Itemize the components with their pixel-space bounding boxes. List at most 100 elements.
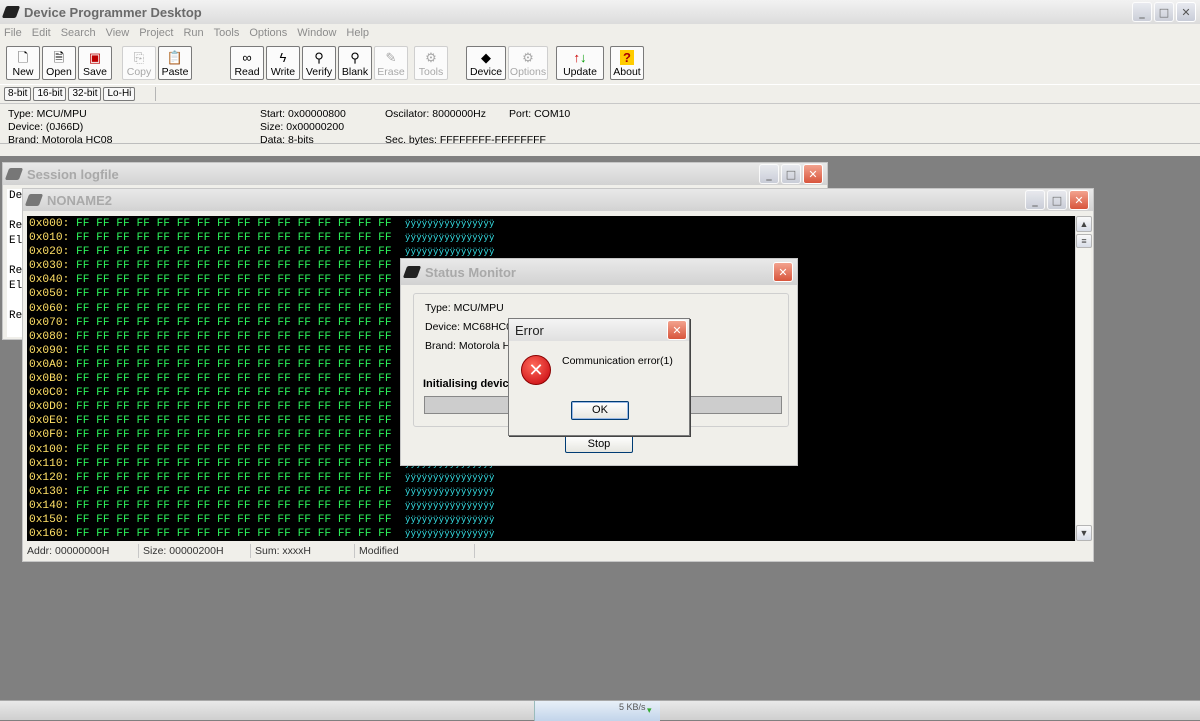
hex-bytes: FF FF FF FF FF FF FF FF FF FF FF FF FF F…: [76, 358, 392, 371]
maximize-button[interactable]: □: [1154, 2, 1174, 22]
app-title: Device Programmer Desktop: [24, 4, 202, 20]
hex-bytes: FF FF FF FF FF FF FF FF FF FF FF FF FF F…: [76, 288, 392, 301]
open-icon: 🗎: [53, 50, 65, 65]
stop-button[interactable]: Stop: [565, 435, 633, 453]
hex-ascii: ÿÿÿÿÿÿÿÿÿÿÿÿÿÿÿÿ: [405, 514, 495, 525]
hex-row[interactable]: 0x160: FF FF FF FF FF FF FF FF FF FF FF …: [29, 527, 1075, 541]
maximize-button[interactable]: □: [781, 164, 801, 184]
options-button[interactable]: ⚙ Options: [508, 46, 548, 80]
minimize-button[interactable]: _: [1132, 2, 1152, 22]
hex-address: 0x060:: [29, 302, 70, 315]
hex-bytes: FF FF FF FF FF FF FF FF FF FF FF FF FF F…: [76, 302, 392, 315]
hex-address: 0x0A0:: [29, 358, 70, 371]
status-sum: Sum: xxxxH: [251, 544, 355, 558]
erase-button[interactable]: ✎ Erase: [374, 46, 408, 80]
info-device: Device: (0J66D): [8, 121, 84, 133]
save-button[interactable]: ▣ Save: [78, 46, 112, 80]
hex-address: 0x120:: [29, 471, 70, 484]
hex-ascii: ÿÿÿÿÿÿÿÿÿÿÿÿÿÿÿÿ: [405, 486, 495, 497]
hex-row[interactable]: 0x010: FF FF FF FF FF FF FF FF FF FF FF …: [29, 231, 1075, 245]
hex-address: 0x0C0:: [29, 387, 70, 400]
hex-bytes: FF FF FF FF FF FF FF FF FF FF FF FF FF F…: [76, 246, 392, 259]
mode-32bit-button[interactable]: 32-bit: [68, 87, 102, 101]
tools-button[interactable]: ⚙ Tools: [414, 46, 448, 80]
ok-button[interactable]: OK: [571, 401, 629, 420]
hex-ascii: ÿÿÿÿÿÿÿÿÿÿÿÿÿÿÿÿ: [405, 472, 495, 483]
write-button[interactable]: ϟ Write: [266, 46, 300, 80]
scroll-up-button[interactable]: ▲: [1076, 216, 1092, 232]
chip-icon: [24, 194, 44, 206]
paste-button[interactable]: 📋 Paste: [158, 46, 192, 80]
menu-window[interactable]: Window: [297, 27, 336, 39]
hex-row[interactable]: 0x000: FF FF FF FF FF FF FF FF FF FF FF …: [29, 217, 1075, 231]
minimize-button[interactable]: _: [1025, 190, 1045, 210]
scroll-thumb[interactable]: ≡: [1076, 234, 1092, 248]
monitor-device: Device: MC68HC0: [425, 321, 512, 333]
session-title-bar[interactable]: Session logfile _ □ ✕: [3, 163, 827, 185]
chip-icon: [1, 6, 21, 18]
word-mode-bar: 8-bit 16-bit 32-bit Lo-Hi: [0, 84, 1200, 104]
copy-button[interactable]: ⎘ Copy: [122, 46, 156, 80]
mode-lohi-button[interactable]: Lo-Hi: [103, 87, 136, 101]
hex-address: 0x0B0:: [29, 373, 70, 386]
verify-button[interactable]: ⚲ Verify: [302, 46, 336, 80]
menu-tools[interactable]: Tools: [214, 27, 240, 39]
copy-icon: ⎘: [133, 50, 145, 65]
close-button[interactable]: ✕: [1176, 2, 1196, 22]
close-button[interactable]: ✕: [1069, 190, 1089, 210]
monitor-title-bar[interactable]: Status Monitor ✕: [401, 259, 797, 285]
menu-file[interactable]: File: [4, 27, 22, 39]
network-tray[interactable]: 5 KB/s ▾: [534, 701, 660, 721]
menu-search[interactable]: Search: [61, 27, 96, 39]
new-doc-icon: 🗋: [17, 50, 29, 65]
close-button[interactable]: ✕: [803, 164, 823, 184]
hex-row[interactable]: 0x120: FF FF FF FF FF FF FF FF FF FF FF …: [29, 471, 1075, 485]
device-button[interactable]: ◆ Device: [466, 46, 506, 80]
info-size: Size: 0x00000200: [260, 121, 345, 133]
hex-address: 0x0E0:: [29, 415, 70, 428]
menu-project[interactable]: Project: [139, 27, 173, 39]
glasses-icon: ∞: [242, 50, 252, 65]
hex-bytes: FF FF FF FF FF FF FF FF FF FF FF FF FF F…: [76, 457, 392, 470]
hex-row[interactable]: 0x130: FF FF FF FF FF FF FF FF FF FF FF …: [29, 485, 1075, 499]
open-button[interactable]: 🗎 Open: [42, 46, 76, 80]
vertical-scrollbar[interactable]: ▲ ≡ ▼: [1075, 216, 1092, 541]
menu-edit[interactable]: Edit: [32, 27, 51, 39]
info-sec-bytes: Sec. bytes: FFFFFFFF-FFFFFFFF: [385, 134, 546, 146]
error-message: Communication error(1): [562, 355, 673, 367]
status-modified: Modified: [355, 544, 475, 558]
minimize-button[interactable]: _: [759, 164, 779, 184]
about-button[interactable]: ? About: [610, 46, 644, 80]
update-button[interactable]: ↑↓ Update: [556, 46, 604, 80]
scroll-down-button[interactable]: ▼: [1076, 525, 1092, 541]
new-button[interactable]: 🗋 New: [6, 46, 40, 80]
maximize-button[interactable]: □: [1047, 190, 1067, 210]
hex-bytes: FF FF FF FF FF FF FF FF FF FF FF FF FF F…: [76, 415, 392, 428]
error-title-bar[interactable]: Error ✕: [509, 319, 689, 341]
menu-help[interactable]: Help: [346, 27, 369, 39]
mode-8bit-button[interactable]: 8-bit: [4, 87, 32, 101]
hex-address: 0x040:: [29, 274, 70, 287]
info-oscilator: Oscilator: 8000000Hz: [385, 108, 486, 120]
blank-button[interactable]: ⚲ Blank: [338, 46, 372, 80]
hex-bytes: FF FF FF FF FF FF FF FF FF FF FF FF FF F…: [76, 387, 392, 400]
main-title-bar[interactable]: Device Programmer Desktop _ □ ✕: [0, 0, 1200, 24]
hex-address: 0x0D0:: [29, 401, 70, 414]
hex-row[interactable]: 0x140: FF FF FF FF FF FF FF FF FF FF FF …: [29, 499, 1075, 513]
menu-view[interactable]: View: [106, 27, 130, 39]
noname2-title-bar[interactable]: NONAME2 _ □ ✕: [23, 189, 1093, 211]
hex-row[interactable]: 0x150: FF FF FF FF FF FF FF FF FF FF FF …: [29, 513, 1075, 527]
hex-bytes: FF FF FF FF FF FF FF FF FF FF FF FF FF F…: [76, 232, 392, 245]
monitor-title: Status Monitor: [425, 264, 516, 280]
error-dialog: Error ✕ ✕ Communication error(1) OK: [508, 318, 690, 436]
menu-run[interactable]: Run: [183, 27, 203, 39]
menu-options[interactable]: Options: [249, 27, 287, 39]
hex-bytes: FF FF FF FF FF FF FF FF FF FF FF FF FF F…: [76, 316, 392, 329]
hex-address: 0x110:: [29, 457, 70, 470]
hex-address: 0x010:: [29, 232, 70, 245]
read-button[interactable]: ∞ Read: [230, 46, 264, 80]
mode-16bit-button[interactable]: 16-bit: [33, 87, 67, 101]
close-button[interactable]: ✕: [667, 320, 687, 340]
noname2-title: NONAME2: [47, 192, 113, 208]
close-button[interactable]: ✕: [773, 262, 793, 282]
